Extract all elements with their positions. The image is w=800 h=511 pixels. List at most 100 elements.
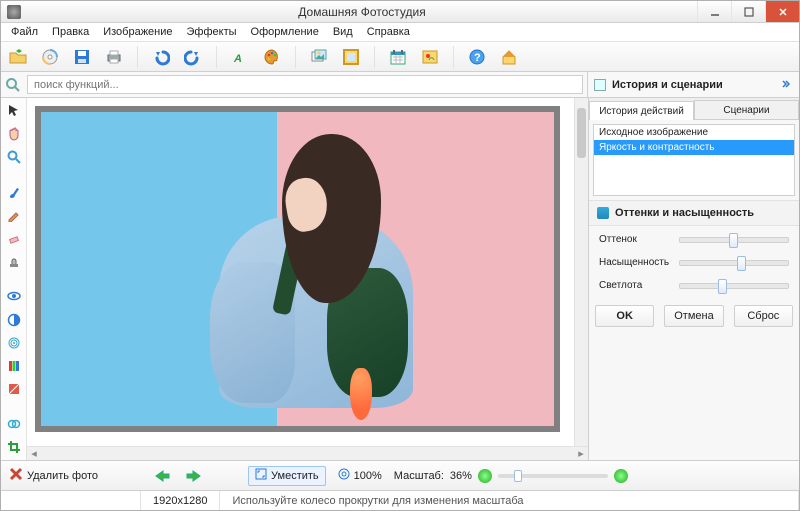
open-button[interactable] — [7, 46, 29, 68]
tool-hand[interactable] — [4, 125, 24, 142]
title-bar: Домашняя Фотостудия — [1, 1, 799, 23]
tab-scenarios[interactable]: Сценарии — [694, 100, 799, 119]
right-panel-title: История и сценарии — [612, 79, 775, 91]
slider-hue: Оттенок — [599, 234, 789, 245]
scroll-right-icon[interactable]: ▸ — [574, 447, 588, 460]
slider-label: Светлота — [599, 280, 673, 291]
menu-effects[interactable]: Эффекты — [181, 24, 243, 40]
cancel-button[interactable]: Отмена — [664, 305, 723, 327]
canvas-content — [35, 106, 560, 432]
status-bar: 1920x1280 Используйте колесо прокрутки д… — [1, 490, 799, 510]
undo-button[interactable] — [150, 46, 172, 68]
hundred-label: 100% — [354, 470, 382, 482]
tool-eraser[interactable] — [4, 230, 24, 247]
text-button[interactable]: A — [229, 46, 251, 68]
close-button[interactable] — [765, 1, 799, 22]
maximize-button[interactable] — [731, 1, 765, 22]
help-icon: ? — [468, 48, 486, 66]
search-bar — [1, 72, 588, 98]
menu-image[interactable]: Изображение — [97, 24, 178, 40]
next-photo-button[interactable] — [184, 467, 204, 485]
slider-lightness: Светлота — [599, 280, 789, 291]
right-panel-header: История и сценарии — [588, 72, 799, 98]
menu-decoration[interactable]: Оформление — [245, 24, 325, 40]
slider-track[interactable] — [679, 283, 789, 289]
text-icon: A — [231, 48, 249, 66]
calendar-button[interactable] — [387, 46, 409, 68]
cd-button[interactable] — [39, 46, 61, 68]
menu-bar: Файл Правка Изображение Эффекты Оформлен… — [1, 23, 799, 42]
horizontal-scrollbar[interactable]: ◂ ▸ — [27, 446, 588, 460]
hsl-section-header: Оттенки и насыщенность — [589, 200, 799, 226]
history-item-selected[interactable]: Яркость и контрастность — [594, 140, 794, 155]
menu-view[interactable]: Вид — [327, 24, 359, 40]
history-list[interactable]: Исходное изображение Яркость и контрастн… — [593, 124, 795, 196]
zoom-thumb[interactable] — [514, 470, 522, 482]
help-button[interactable]: ? — [466, 46, 488, 68]
slider-thumb[interactable] — [729, 233, 738, 248]
tool-pencil[interactable] — [4, 206, 24, 223]
image-subject — [205, 134, 431, 426]
right-panel: История действий Сценарии Исходное изобр… — [588, 98, 799, 460]
print-button[interactable] — [103, 46, 125, 68]
calendar-icon — [389, 48, 407, 66]
tool-crop[interactable] — [4, 439, 24, 456]
tool-pointer[interactable] — [4, 102, 24, 119]
delete-photo-button[interactable]: Удалить фото — [9, 467, 98, 484]
slider-label: Оттенок — [599, 234, 673, 245]
hsl-icon — [597, 207, 609, 219]
scale-label: Масштаб: — [394, 470, 444, 482]
bottom-toolbar: Удалить фото Уместить 100% Масштаб: 36% — [1, 460, 799, 490]
palette-button[interactable] — [261, 46, 283, 68]
fit-button[interactable]: Уместить — [248, 466, 326, 486]
fit-label: Уместить — [271, 470, 319, 482]
delete-icon — [9, 467, 23, 484]
slider-track[interactable] — [679, 260, 789, 266]
postcard-button[interactable] — [419, 46, 441, 68]
reset-button[interactable]: Сброс — [734, 305, 793, 327]
scroll-left-icon[interactable]: ◂ — [27, 447, 41, 460]
zoom-out-button[interactable] — [478, 469, 492, 483]
slider-thumb[interactable] — [718, 279, 727, 294]
pictures-button[interactable] — [308, 46, 330, 68]
prev-photo-button[interactable] — [152, 467, 172, 485]
save-button[interactable] — [71, 46, 93, 68]
history-item[interactable]: Исходное изображение — [594, 125, 794, 140]
slider-track[interactable] — [679, 237, 789, 243]
zoom-in-button[interactable] — [614, 469, 628, 483]
tool-contrast[interactable] — [4, 311, 24, 328]
tool-clone[interactable] — [4, 415, 24, 432]
window-title: Домашняя Фотостудия — [27, 5, 697, 19]
tool-stamp[interactable] — [4, 253, 24, 270]
palette-icon — [263, 48, 281, 66]
panel-collapse-icon[interactable] — [781, 78, 793, 91]
frame-icon — [342, 48, 360, 66]
menu-help[interactable]: Справка — [361, 24, 416, 40]
tool-adjust[interactable] — [4, 381, 24, 398]
tool-eye[interactable] — [4, 288, 24, 305]
home-button[interactable] — [498, 46, 520, 68]
tool-zoom[interactable] — [4, 149, 24, 166]
search-input[interactable] — [27, 75, 583, 94]
minimize-button[interactable] — [697, 1, 731, 22]
tab-history[interactable]: История действий — [589, 101, 694, 120]
menu-edit[interactable]: Правка — [46, 24, 95, 40]
zoom-slider[interactable] — [498, 474, 608, 478]
hundred-percent-button[interactable]: 100% — [338, 468, 382, 483]
tool-levels[interactable] — [4, 358, 24, 375]
slider-thumb[interactable] — [737, 256, 746, 271]
search-icon — [5, 77, 21, 93]
tool-brush[interactable] — [4, 183, 24, 200]
ok-button[interactable]: OK — [595, 305, 654, 327]
canvas[interactable] — [27, 98, 574, 446]
frame-button[interactable] — [340, 46, 362, 68]
status-hint: Используйте колесо прокрутки для изменен… — [220, 491, 799, 510]
vertical-scrollbar[interactable] — [574, 98, 588, 446]
redo-button[interactable] — [182, 46, 204, 68]
window-controls — [697, 1, 799, 22]
svg-text:?: ? — [474, 52, 481, 64]
menu-file[interactable]: Файл — [5, 24, 44, 40]
tool-blur[interactable] — [4, 334, 24, 351]
zoom-group: Масштаб: 36% — [394, 469, 628, 483]
slider-label: Насыщенность — [599, 257, 673, 268]
